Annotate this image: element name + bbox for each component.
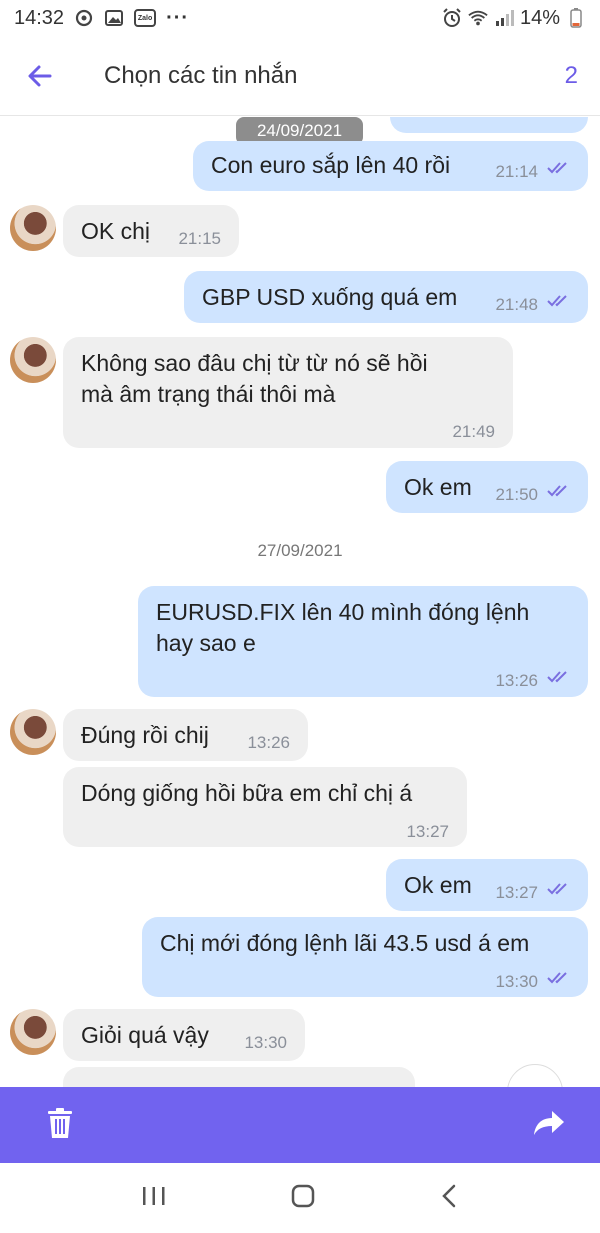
message-bubble-incoming[interactable]: OK chị 21:15 (63, 205, 239, 257)
delete-button[interactable] (46, 1107, 74, 1144)
avatar[interactable] (10, 1009, 56, 1055)
message-time: 21:14 (495, 162, 538, 181)
selection-action-bar (0, 1087, 600, 1163)
share-arrow-icon (534, 1110, 564, 1135)
message-bubble-incoming[interactable]: Đúng rồi chij 13:26 (63, 709, 308, 761)
message-bubble-outgoing[interactable]: Con euro sắp lên 40 rồi 21:14 (193, 141, 588, 191)
message-bubble-outgoing[interactable]: Chị mới đóng lệnh lãi 43.5 usd á em 13:3… (142, 917, 588, 997)
trash-icon (48, 1107, 72, 1138)
app-bar: Chọn các tin nhắn 2 (0, 36, 600, 116)
message-bubble-clipped[interactable] (390, 117, 588, 133)
message-text: GBP USD xuống quá em (202, 284, 458, 310)
message-text-line: hay sao e (156, 630, 256, 656)
message-bubble-incoming[interactable]: Không sao đâu chị từ từ nó sẽ hồi mà âm … (63, 337, 513, 448)
message-time: 13:27 (495, 883, 538, 902)
double-check-icon (547, 485, 567, 497)
double-check-icon (547, 162, 567, 174)
alarm-icon (442, 8, 462, 28)
message-bubble-outgoing[interactable]: Ok em 13:27 (386, 859, 588, 911)
page-title: Chọn các tin nhắn (104, 61, 298, 89)
message-text: OK chị (81, 218, 151, 244)
message-text-line: mà âm trạng thái thôi mà (81, 381, 336, 407)
avatar[interactable] (10, 709, 56, 755)
system-back-button[interactable] (439, 1183, 459, 1214)
message-text: Giỏi quá vậy (81, 1022, 209, 1048)
avatar[interactable] (10, 337, 56, 383)
home-icon (291, 1184, 315, 1207)
message-time: 13:26 (495, 671, 538, 690)
message-bubble-incoming[interactable]: Dóng giống hồi bữa em chỉ chị á 13:27 (63, 767, 467, 847)
message-bubble-clipped[interactable] (63, 1067, 415, 1087)
message-time: 21:15 (178, 229, 221, 248)
message-time: 21:48 (495, 295, 538, 314)
message-bubble-outgoing[interactable]: Ok em 21:50 (386, 461, 588, 513)
double-check-icon (547, 972, 567, 984)
more-notifications-icon: ··· (166, 6, 190, 29)
message-time: 13:30 (495, 972, 538, 991)
zalo-icon: Zalo (134, 9, 157, 27)
message-bubble-outgoing[interactable]: GBP USD xuống quá em 21:48 (184, 271, 588, 323)
wifi-icon (468, 8, 488, 28)
selected-count: 2 (564, 61, 578, 89)
home-button[interactable] (290, 1183, 316, 1214)
signal-icon (494, 8, 514, 28)
gallery-icon (104, 8, 124, 28)
message-text-line: Không sao đâu chị từ từ nó sẽ hồi (81, 350, 428, 376)
message-time: 13:27 (406, 822, 449, 841)
status-bar: 14:32 Zalo ··· 14% (0, 0, 600, 36)
date-separator: 27/09/2021 (257, 541, 343, 560)
message-bubble-outgoing[interactable]: EURUSD.FIX lên 40 mình đóng lệnh hay sao… (138, 586, 588, 697)
arrow-left-icon (28, 65, 52, 86)
message-text: Ok em (404, 474, 472, 500)
message-text-line: EURUSD.FIX lên 40 mình đóng lệnh (156, 599, 530, 625)
battery-percent: 14% (519, 6, 560, 29)
message-time: 13:30 (244, 1033, 287, 1052)
sync-icon (74, 8, 94, 28)
message-bubble-incoming[interactable]: Giỏi quá vậy 13:30 (63, 1009, 305, 1061)
message-time: 21:49 (452, 422, 495, 441)
message-time: 13:26 (247, 733, 290, 752)
message-text: Dóng giống hồi bữa em chỉ chị á (81, 780, 413, 806)
message-time: 21:50 (495, 485, 538, 504)
back-button[interactable] (0, 36, 80, 116)
double-check-icon (547, 295, 567, 307)
message-list[interactable]: 24/09/2021 Con euro sắp lên 40 rồi 21:14… (0, 117, 600, 1087)
avatar[interactable] (10, 205, 56, 251)
status-time: 14:32 (14, 6, 65, 29)
message-text: Đúng rồi chij (81, 722, 209, 748)
double-check-icon (547, 883, 567, 895)
battery-icon (566, 8, 586, 28)
message-text: Con euro sắp lên 40 rồi (211, 152, 451, 178)
chevron-left-icon (441, 1184, 455, 1207)
message-text: Chị mới đóng lệnh lãi 43.5 usd á em (160, 930, 530, 956)
forward-button[interactable] (532, 1109, 566, 1142)
message-text: Ok em (404, 872, 472, 898)
system-nav-bar (0, 1163, 600, 1233)
recent-apps-button[interactable] (141, 1185, 167, 1212)
double-check-icon (547, 671, 567, 683)
recent-apps-icon (143, 1186, 165, 1205)
